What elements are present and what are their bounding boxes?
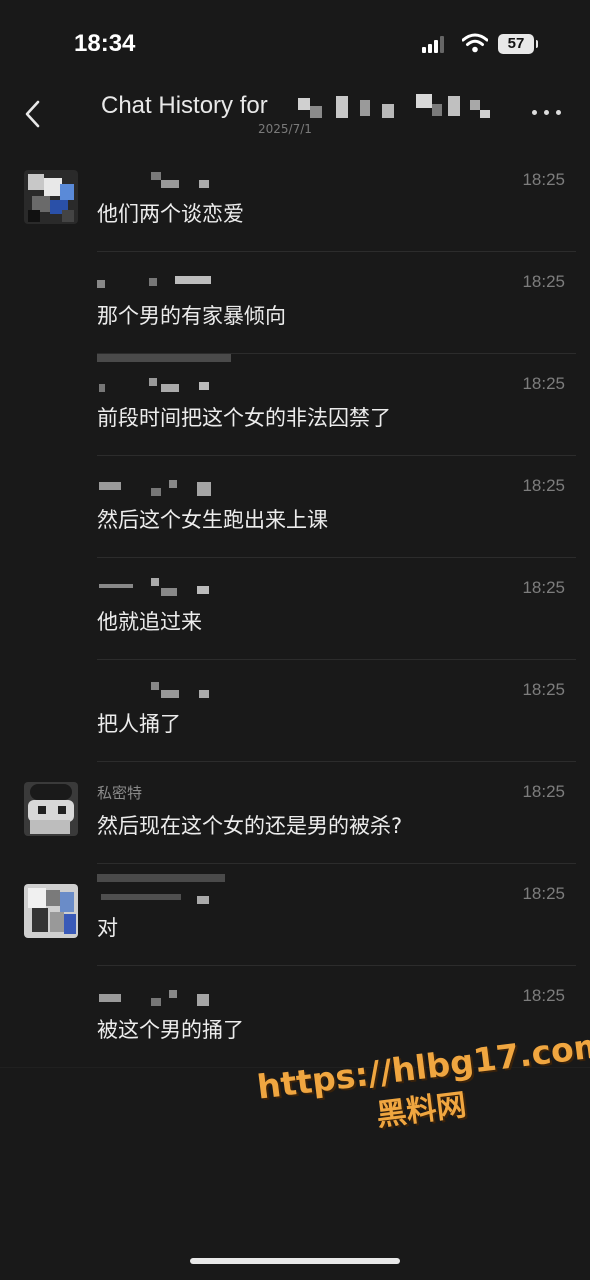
message-text: 把人捅了 bbox=[97, 712, 181, 736]
more-dot-icon bbox=[556, 110, 561, 115]
message-time: 18:25 bbox=[522, 884, 565, 903]
message-time: 18:25 bbox=[522, 680, 565, 699]
sender-avatar bbox=[24, 170, 78, 224]
redacted-title-mosaic bbox=[298, 94, 494, 120]
back-button[interactable] bbox=[18, 96, 48, 132]
message-item[interactable]: 18:25 他们两个谈恋爱 bbox=[0, 150, 590, 252]
message-item[interactable]: 18:25 对 bbox=[0, 864, 590, 966]
chevron-left-icon bbox=[25, 100, 40, 128]
battery-level: 57 bbox=[507, 35, 525, 52]
message-time: 18:25 bbox=[522, 782, 565, 801]
message-item[interactable]: 18:25 然后这个女生跑出来上课 bbox=[0, 456, 590, 558]
message-text: 然后现在这个女的还是男的被杀? bbox=[97, 814, 403, 838]
redacted-strip bbox=[97, 874, 225, 882]
cellular-signal-icon bbox=[422, 35, 450, 53]
redacted-strip bbox=[97, 354, 231, 362]
message-time: 18:25 bbox=[522, 170, 565, 189]
message-time: 18:25 bbox=[522, 578, 565, 597]
message-time: 18:25 bbox=[522, 986, 565, 1005]
message-time: 18:25 bbox=[522, 272, 565, 291]
sender-name: 私密特 bbox=[97, 782, 142, 802]
message-text: 被这个男的捅了 bbox=[97, 1018, 244, 1042]
more-dot-icon bbox=[544, 110, 549, 115]
navigation-bar: Chat History for 2025/7/1 bbox=[0, 80, 590, 146]
message-list: 18:25 他们两个谈恋爱 18:25 那个男的有家暴倾向 18:25 前段时间… bbox=[0, 150, 590, 1068]
battery-indicator: 57 bbox=[498, 34, 538, 54]
page-subtitle-date: 2025/7/1 bbox=[258, 122, 312, 136]
message-time: 18:25 bbox=[522, 476, 565, 495]
sender-avatar bbox=[24, 782, 78, 836]
status-time: 18:34 bbox=[74, 30, 136, 57]
status-bar: 18:34 57 bbox=[0, 0, 590, 80]
message-item[interactable]: 私密特 18:25 然后现在这个女的还是男的被杀? bbox=[0, 762, 590, 864]
home-indicator[interactable] bbox=[190, 1258, 400, 1264]
message-item[interactable]: 18:25 前段时间把这个女的非法囚禁了 bbox=[0, 354, 590, 456]
message-text: 他就追过来 bbox=[97, 610, 202, 634]
more-options-button[interactable] bbox=[530, 110, 564, 120]
message-text: 前段时间把这个女的非法囚禁了 bbox=[97, 406, 391, 430]
message-item[interactable]: 18:25 把人捅了 bbox=[0, 660, 590, 762]
wifi-icon bbox=[462, 33, 488, 53]
message-item[interactable]: 18:25 他就追过来 bbox=[0, 558, 590, 660]
message-item[interactable]: 18:25 那个男的有家暴倾向 bbox=[0, 252, 590, 354]
message-text: 对 bbox=[97, 916, 118, 940]
sender-avatar bbox=[24, 884, 78, 938]
page-title: Chat History for bbox=[101, 92, 268, 120]
page-title-text: Chat History for bbox=[101, 92, 268, 119]
message-text: 然后这个女生跑出来上课 bbox=[97, 508, 328, 532]
more-dot-icon bbox=[532, 110, 537, 115]
message-text: 他们两个谈恋爱 bbox=[97, 202, 244, 226]
message-text: 那个男的有家暴倾向 bbox=[97, 304, 286, 328]
sender-name-text: 私密特 bbox=[97, 784, 143, 802]
message-time: 18:25 bbox=[522, 374, 565, 393]
